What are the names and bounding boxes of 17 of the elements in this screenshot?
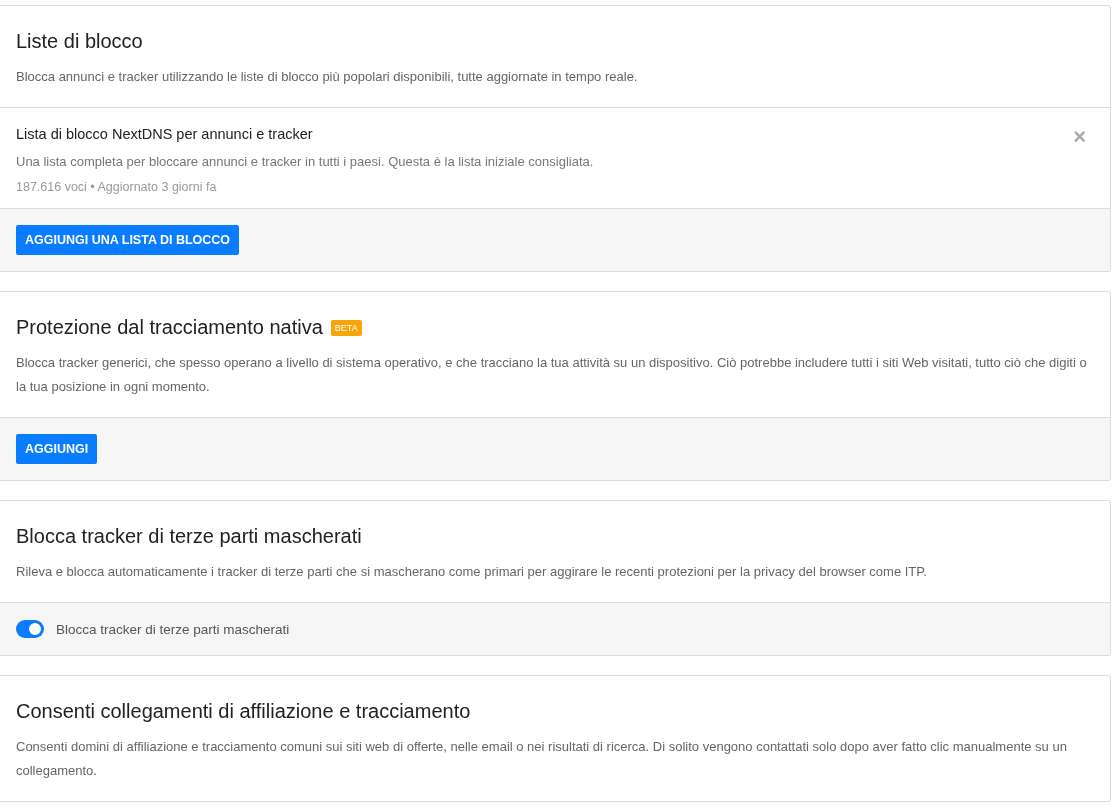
card-title: Liste di blocco (16, 30, 143, 53)
card-description: Blocca tracker generici, che spesso operano a livello di sistema operativo, e che tracciano la tua attività su un dispositivo. Ciò potrebbe includere tutti i siti Web visitati, tutto ciò che digiti o la tua posizione in ogni momento. (16, 354, 1088, 396)
add-button[interactable]: AGGIUNGI UNA LISTA DI BLOCCO (16, 225, 240, 255)
close-button[interactable]: × (1073, 126, 1086, 148)
card-description: Blocca annunci e tracker utilizzando le liste di blocco più popolari disponibili, tutte aggiornate in tempo reale. (16, 68, 639, 86)
card-title: Protezione dal tracciamento nativa (16, 316, 323, 339)
card-description: Rileva e blocca automaticamente i tracker di terze parti che si mascherano come primari per aggirare le recenti protezioni per la privacy del browser come ITP. (16, 563, 928, 581)
blocklist-name: Lista di blocco NextDNS per annunci e tracker (16, 126, 314, 142)
blocklist-description: Una lista completa per bloccare annunci e tracker in tutti i paesi. Questa è la lista iniziale consigliata. (16, 154, 594, 169)
toggle-switch[interactable] (16, 620, 44, 638)
blocklist-meta: 187.616 voci • Aggiornato 3 giorni fa (16, 180, 218, 194)
beta-badge: BETA (330, 319, 362, 336)
card-title: Blocca tracker di terze parti mascherati (16, 525, 362, 548)
add-button[interactable]: AGGIUNGI (16, 434, 98, 464)
toggle-label: Blocca tracker di terze parti mascherati (56, 621, 290, 637)
card-title: Consenti collegamenti di affiliazione e tracciamento (16, 700, 471, 723)
card-description: Consenti domini di affiliazione e tracciamento comuni sui siti web di offerte, nelle email o nei risultati di ricerca. Di solito vengono contattati solo dopo aver fatto clic manualmente su un collegamento. (16, 738, 1068, 780)
